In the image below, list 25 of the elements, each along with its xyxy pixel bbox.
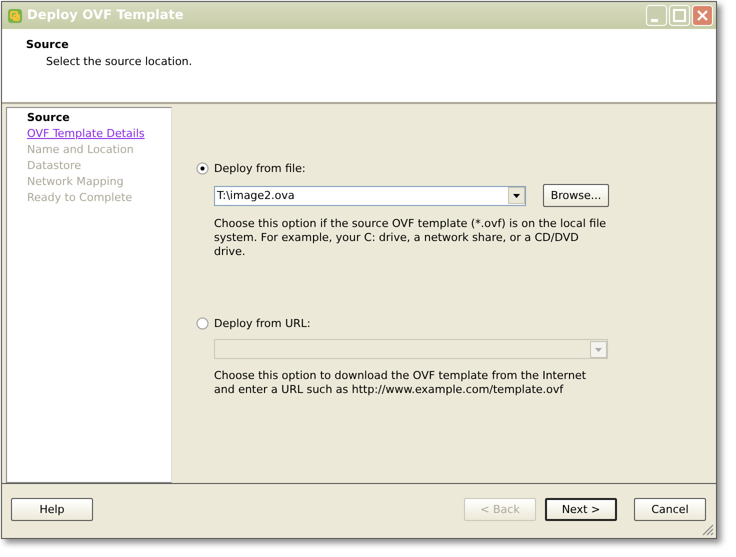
maximize-icon[interactable] xyxy=(669,5,690,26)
page-subtitle: Select the source location. xyxy=(46,55,194,68)
step-item: Source xyxy=(27,110,70,126)
radio-button[interactable] xyxy=(196,162,209,175)
browse-button[interactable]: Browse... xyxy=(543,184,609,207)
wizard-button[interactable]: Cancel xyxy=(634,498,706,520)
step-link[interactable]: OVF Template Details xyxy=(27,126,145,142)
close-icon[interactable] xyxy=(692,5,713,26)
window-title: Deploy OVF Template xyxy=(27,8,185,23)
minimize-icon[interactable] xyxy=(646,5,667,26)
option-label: Deploy from URL: xyxy=(214,317,311,330)
page-title: Source xyxy=(26,38,70,51)
help-button[interactable]: Help xyxy=(11,498,93,520)
dropdown-icon[interactable] xyxy=(508,187,525,204)
step-item: Network Mapping xyxy=(27,174,124,190)
step-item: Name and Location xyxy=(27,142,134,158)
app-icon xyxy=(7,8,23,24)
resize-grip-icon[interactable] xyxy=(702,524,714,536)
step-item: Ready to Complete xyxy=(27,190,132,206)
step-item: Datastore xyxy=(27,158,82,174)
source-field[interactable]: T:\image2.ova xyxy=(214,186,526,206)
option-description: Choose this option if the source OVF template (*.ovf) is on the local file system. For example, your C: drive, a network share, or a CD/DVD drive. xyxy=(214,217,608,259)
option-label: Deploy from file: xyxy=(214,162,306,175)
option-description: Choose this option to download the OVF template from the Internet and enter a URL such as http://www.example.com/template.ovf xyxy=(214,369,588,397)
wizard-button[interactable]: Next > xyxy=(545,498,617,520)
